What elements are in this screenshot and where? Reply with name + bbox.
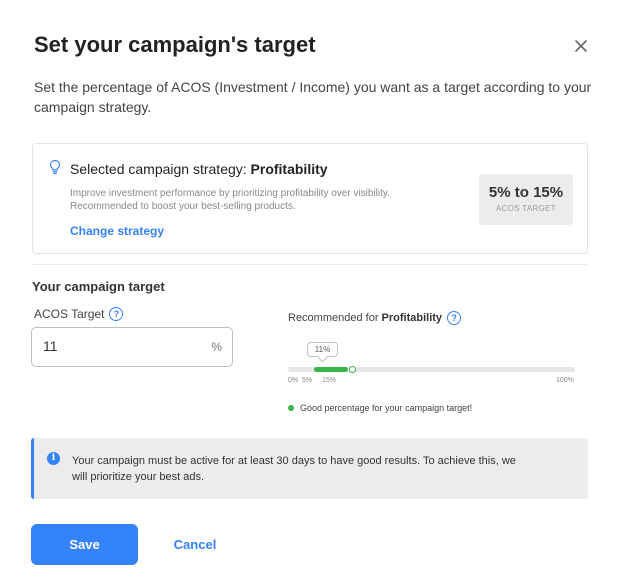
recommendation-label-value: Profitability <box>381 312 443 324</box>
good-percentage-message: Good percentage for your campaign target… <box>288 403 472 413</box>
acos-target-label: ACOS Target ? <box>34 307 124 321</box>
close-icon <box>575 40 587 52</box>
recommendation-slider-track <box>288 366 575 373</box>
lightbulb-icon <box>48 159 62 175</box>
change-strategy-link[interactable]: Change strategy <box>70 224 164 238</box>
acos-target-range-box: 5% to 15% ACOS TARGET <box>479 174 573 225</box>
acos-target-field: % <box>31 327 233 367</box>
section-divider <box>32 264 588 265</box>
percent-suffix: % <box>211 340 222 354</box>
target-range-value: 5% to 15% <box>488 184 564 201</box>
campaign-target-section-title: Your campaign target <box>32 279 165 294</box>
good-percentage-text: Good percentage for your campaign target… <box>300 403 473 413</box>
slider-value-bubble: 11% <box>307 342 338 357</box>
status-dot <box>288 405 294 411</box>
strategy-title: Selected campaign strategy: Profitabilit… <box>70 161 328 177</box>
info-banner-text: Your campaign must be active for at leas… <box>72 455 516 483</box>
info-banner: i Your campaign must be active for at le… <box>31 438 588 499</box>
tick-label-min: 5% <box>302 377 313 384</box>
close-button[interactable] <box>572 37 590 55</box>
recommendation-label-prefix: Recommended for <box>288 312 382 324</box>
strategy-card: Selected campaign strategy: Profitabilit… <box>32 143 588 254</box>
recommended-range-fill <box>314 367 349 372</box>
tick-label-max: 15% <box>322 377 337 384</box>
modal-description: Set the percentage of ACOS (Investment /… <box>34 79 592 115</box>
target-range-caption: ACOS TARGET <box>496 204 556 213</box>
acos-target-label-text: ACOS Target <box>34 307 105 321</box>
acos-target-input[interactable] <box>43 338 203 354</box>
current-value-marker <box>348 366 356 373</box>
save-button[interactable]: Save <box>31 524 138 565</box>
strategy-description: Improve investment performance by priori… <box>70 188 390 212</box>
campaign-target-modal: Set your campaign's target Set the perce… <box>0 0 617 582</box>
modal-title: Set your campaign's target <box>34 32 316 57</box>
info-icon: i <box>47 452 60 465</box>
cancel-button[interactable]: Cancel <box>150 524 240 565</box>
recommendation-label: Recommended for Profitability ? <box>288 311 462 325</box>
help-icon[interactable]: ? <box>109 307 124 321</box>
strategy-title-prefix: Selected campaign strategy: <box>70 161 251 177</box>
tick-label-0: 0% <box>288 377 299 384</box>
recommendation-help-icon[interactable]: ? <box>447 311 462 325</box>
tick-label-100: 100% <box>556 377 574 384</box>
strategy-title-value: Profitability <box>250 161 328 177</box>
